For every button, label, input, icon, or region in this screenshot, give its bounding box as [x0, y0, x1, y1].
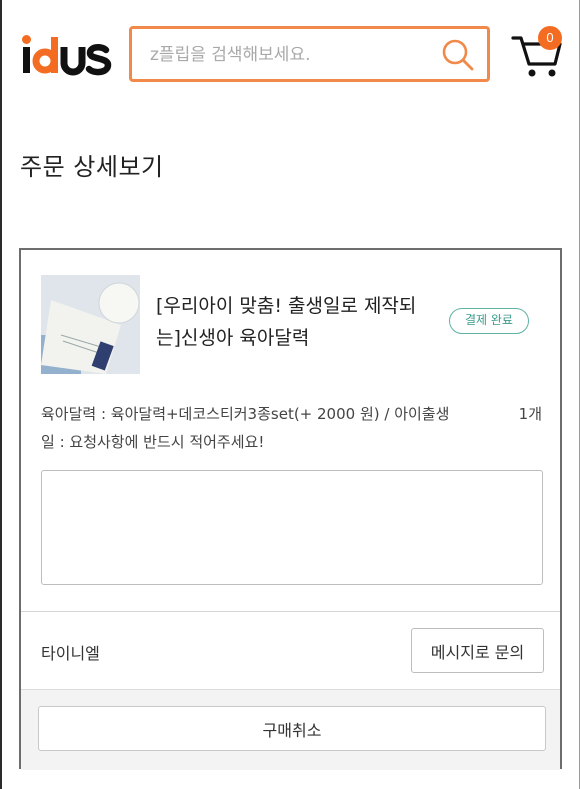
- cancel-purchase-button[interactable]: 구매취소: [38, 706, 546, 751]
- order-card: [우리아이 맞춤! 출생일로 제작되는]신생아 육아달력 결제 완료 육아달력 …: [19, 248, 562, 770]
- section-divider: [21, 611, 560, 612]
- order-option-text: 육아달력 : 육아달력+데코스티커3종set(+ 2000 원) / 아이출생일…: [41, 405, 450, 451]
- status-badge: 결제 완료: [449, 308, 529, 334]
- seller-name[interactable]: 타이니엘: [41, 640, 100, 664]
- idus-logo[interactable]: [22, 33, 112, 77]
- idus-logo-mark: [22, 35, 112, 76]
- page-title: 주문 상세보기: [20, 153, 164, 181]
- search-box[interactable]: [129, 26, 490, 82]
- message-inquiry-button[interactable]: 메시지로 문의: [411, 628, 544, 673]
- product-thumbnail[interactable]: [41, 275, 140, 374]
- product-thumbnail-image: [41, 275, 140, 374]
- search-input[interactable]: [148, 29, 442, 81]
- cart-count-badge: 0: [538, 26, 562, 50]
- window-border-left: [0, 0, 2, 789]
- order-memo-textarea[interactable]: [41, 470, 543, 585]
- product-title[interactable]: [우리아이 맞춤! 출생일로 제작되는]신생아 육아달력: [156, 290, 426, 354]
- order-quantity: 1개: [518, 405, 542, 423]
- search-icon[interactable]: [441, 38, 475, 72]
- cancel-section: 구매취소: [21, 689, 560, 770]
